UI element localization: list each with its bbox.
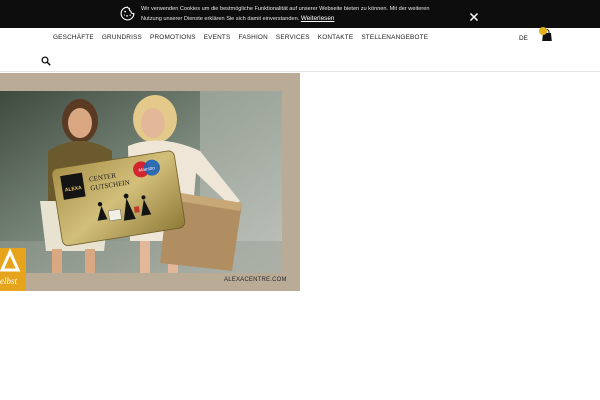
- nav-item-promotions[interactable]: PROMOTIONS: [150, 34, 196, 42]
- banner-photo: ALEXA CENTER GUTSCHEIN Maestro: [0, 91, 282, 273]
- cart-count-badge: [539, 27, 547, 35]
- cookie-icon: [120, 6, 135, 21]
- nav-menu: GESCHÄFTE GRUNDRISS PROMOTIONS EVENTS FA…: [53, 34, 436, 42]
- main-navigation: GESCHÄFTE GRUNDRISS PROMOTIONS EVENTS FA…: [0, 27, 600, 72]
- close-icon[interactable]: [468, 11, 480, 23]
- nav-item-geschaefte[interactable]: GESCHÄFTE: [53, 34, 94, 42]
- cookie-notice-text: Wir verwenden Cookies um die bestmöglich…: [141, 5, 451, 24]
- nav-item-grundriss[interactable]: GRUNDRISS: [102, 34, 142, 42]
- side-badge-text: elbst: [0, 276, 17, 286]
- promo-banner[interactable]: ALEXA CENTER GUTSCHEIN Maestro ALEXACENT…: [0, 73, 300, 291]
- cookie-banner: Wir verwenden Cookies um die bestmöglich…: [0, 0, 600, 28]
- banner-website-text: ALEXACENTRE.COM: [224, 277, 287, 283]
- nav-item-kontakte[interactable]: KONTAKTE: [318, 34, 354, 42]
- alexa-logo-icon: [0, 248, 21, 272]
- nav-item-services[interactable]: SERVICES: [276, 34, 310, 42]
- search-icon[interactable]: [41, 56, 51, 66]
- side-badge[interactable]: elbst: [0, 248, 26, 291]
- cookie-read-more-link[interactable]: Weiterlesen: [301, 15, 335, 22]
- nav-item-stellenangebote[interactable]: STELLENANGEBOTE: [361, 34, 428, 42]
- nav-item-events[interactable]: EVENTS: [204, 34, 231, 42]
- nav-item-fashion[interactable]: FASHION: [238, 34, 267, 42]
- shopping-women-photo: ALEXA CENTER GUTSCHEIN Maestro: [0, 91, 282, 273]
- page: Wir verwenden Cookies um die bestmöglich…: [0, 0, 600, 400]
- cookie-message: Wir verwenden Cookies um die bestmöglich…: [141, 6, 430, 22]
- language-selector[interactable]: DE: [519, 35, 528, 42]
